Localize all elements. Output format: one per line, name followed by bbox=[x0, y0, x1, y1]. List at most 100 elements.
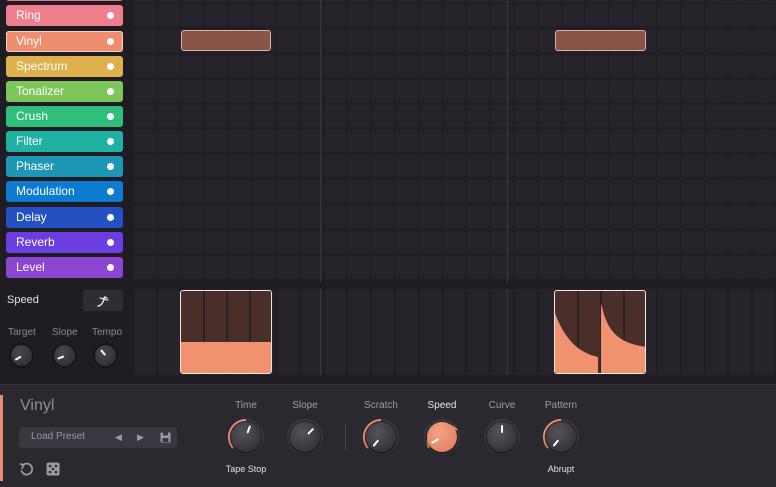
grid-cell[interactable] bbox=[515, 0, 537, 3]
grid-cell[interactable] bbox=[562, 231, 585, 253]
grid-cell[interactable] bbox=[134, 256, 156, 278]
grid-cell[interactable] bbox=[467, 130, 490, 152]
lane-enable-dot-icon[interactable] bbox=[107, 12, 114, 19]
grid-cell[interactable] bbox=[657, 0, 680, 3]
grid-cell[interactable] bbox=[253, 80, 275, 102]
grid-cell[interactable] bbox=[610, 206, 633, 228]
envelope-step[interactable] bbox=[443, 289, 466, 375]
lane-reverb[interactable]: Reverb bbox=[6, 232, 123, 253]
grid-cell[interactable] bbox=[205, 4, 228, 26]
lane-vinyl[interactable]: Vinyl bbox=[6, 31, 123, 52]
grid-cell[interactable] bbox=[729, 0, 752, 3]
grid-cell[interactable] bbox=[515, 55, 537, 77]
grid-cell[interactable] bbox=[276, 256, 299, 278]
grid-cell[interactable] bbox=[419, 105, 442, 127]
grid-cell[interactable] bbox=[491, 206, 514, 228]
grid-cell[interactable] bbox=[324, 105, 347, 127]
grid-cell[interactable] bbox=[419, 4, 442, 26]
grid-cell[interactable] bbox=[181, 155, 204, 177]
grid-cell[interactable] bbox=[681, 105, 704, 127]
grid-cell[interactable] bbox=[610, 155, 633, 177]
grid-cell[interactable] bbox=[324, 180, 347, 202]
grid-cell[interactable] bbox=[753, 256, 775, 278]
grid-cell[interactable] bbox=[205, 105, 228, 127]
grid-cell[interactable] bbox=[753, 105, 775, 127]
lane-enable-dot-icon[interactable] bbox=[107, 239, 114, 246]
grid-cell[interactable] bbox=[205, 256, 228, 278]
grid-cell[interactable] bbox=[276, 0, 299, 3]
grid-cell[interactable] bbox=[205, 180, 228, 202]
grid-cell[interactable] bbox=[395, 30, 418, 52]
grid-cell[interactable] bbox=[467, 155, 490, 177]
grid-cell[interactable] bbox=[348, 55, 371, 77]
grid-cell[interactable] bbox=[467, 30, 490, 52]
save-icon[interactable] bbox=[160, 432, 171, 443]
grid-cell[interactable] bbox=[419, 80, 442, 102]
grid-cell[interactable] bbox=[229, 0, 252, 3]
lane-modulation[interactable]: Modulation bbox=[6, 181, 123, 202]
grid-cell[interactable] bbox=[657, 256, 680, 278]
grid-cell[interactable] bbox=[443, 4, 466, 26]
grid-cell[interactable] bbox=[753, 206, 775, 228]
grid-cell[interactable] bbox=[276, 180, 299, 202]
grid-cell[interactable] bbox=[538, 0, 561, 3]
grid-cell[interactable] bbox=[562, 155, 585, 177]
grid-cell[interactable] bbox=[276, 80, 299, 102]
lane-enable-dot-icon[interactable] bbox=[107, 163, 114, 170]
grid-cell[interactable] bbox=[657, 4, 680, 26]
grid-cell[interactable] bbox=[229, 80, 252, 102]
envelope-step[interactable] bbox=[657, 289, 680, 375]
grid-cell[interactable] bbox=[372, 55, 394, 77]
grid-cell[interactable] bbox=[134, 231, 156, 253]
grid-cell[interactable] bbox=[324, 4, 347, 26]
grid-cell[interactable] bbox=[443, 30, 466, 52]
grid-cell[interactable] bbox=[705, 231, 728, 253]
grid-cell[interactable] bbox=[586, 0, 609, 3]
grid-cell[interactable] bbox=[657, 206, 680, 228]
grid-cell[interactable] bbox=[467, 80, 490, 102]
knob-curve[interactable] bbox=[483, 418, 521, 456]
grid-cell[interactable] bbox=[491, 180, 514, 202]
grid-cell[interactable] bbox=[395, 180, 418, 202]
grid-cell[interactable] bbox=[443, 256, 466, 278]
grid-cell[interactable] bbox=[491, 130, 514, 152]
grid-cell[interactable] bbox=[348, 105, 371, 127]
grid-cell[interactable] bbox=[348, 130, 371, 152]
grid-cell[interactable] bbox=[562, 55, 585, 77]
grid-cell[interactable] bbox=[395, 55, 418, 77]
grid-cell[interactable] bbox=[753, 0, 775, 3]
grid-cell[interactable] bbox=[443, 130, 466, 152]
envelope-step[interactable] bbox=[681, 289, 704, 375]
grid-cell[interactable] bbox=[157, 180, 180, 202]
grid-cell[interactable] bbox=[419, 55, 442, 77]
grid-cell[interactable] bbox=[181, 206, 204, 228]
grid-cell[interactable] bbox=[229, 4, 252, 26]
grid-cell[interactable] bbox=[538, 231, 561, 253]
knob-speed[interactable] bbox=[423, 418, 461, 456]
grid-cell[interactable] bbox=[276, 30, 299, 52]
undo-icon[interactable] bbox=[19, 462, 34, 477]
grid-cell[interactable] bbox=[610, 55, 633, 77]
grid-cell[interactable] bbox=[419, 256, 442, 278]
grid-cell[interactable] bbox=[419, 0, 442, 3]
lane-enable-dot-icon[interactable] bbox=[107, 214, 114, 221]
lane-enable-dot-icon[interactable] bbox=[107, 38, 114, 45]
envelope-step[interactable] bbox=[467, 289, 490, 375]
grid-cell[interactable] bbox=[348, 180, 371, 202]
envelope-step[interactable] bbox=[705, 289, 728, 375]
grid-cell[interactable] bbox=[229, 180, 252, 202]
envelope-step[interactable] bbox=[753, 289, 775, 375]
next-preset-icon[interactable]: ▶ bbox=[137, 432, 144, 443]
grid-cell[interactable] bbox=[181, 55, 204, 77]
speed-curve-envelope[interactable] bbox=[554, 290, 646, 374]
grid-cell[interactable] bbox=[419, 155, 442, 177]
grid-cell[interactable] bbox=[229, 256, 252, 278]
grid-cell[interactable] bbox=[753, 155, 775, 177]
grid-cell[interactable] bbox=[610, 80, 633, 102]
lane-tonalizer[interactable]: Tonalizer bbox=[6, 81, 123, 102]
grid-cell[interactable] bbox=[395, 130, 418, 152]
grid-cell[interactable] bbox=[729, 206, 752, 228]
grid-cell[interactable] bbox=[372, 80, 394, 102]
grid-cell[interactable] bbox=[705, 180, 728, 202]
grid-cell[interactable] bbox=[157, 4, 180, 26]
